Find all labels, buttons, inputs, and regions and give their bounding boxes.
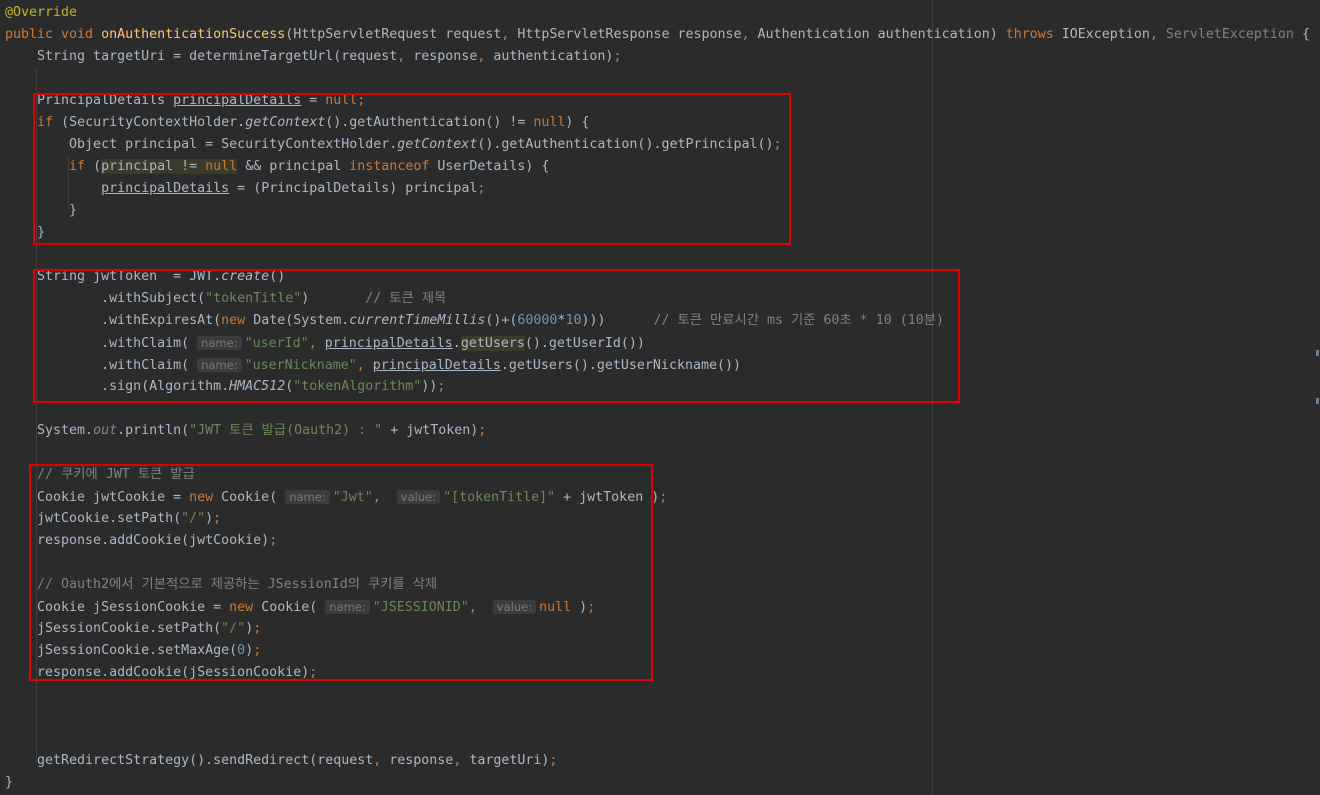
highlight-box-principal-details: [33, 93, 791, 245]
code-token: ServletException: [1165, 27, 1294, 42]
code-line[interactable]: @Override: [5, 2, 77, 24]
code-token: + jwtToken): [382, 423, 479, 438]
code-token: (HttpServletRequest request: [285, 27, 502, 42]
code-token: @Override: [5, 5, 78, 20]
code-token: authentication): [493, 49, 614, 64]
code-token: }: [5, 775, 14, 790]
code-editor[interactable]: @Override public void onAuthenticationSuc…: [0, 0, 1320, 795]
code-line[interactable]: String targetUri = determineTargetUrl(re…: [5, 46, 621, 68]
code-token: targetUri): [469, 753, 550, 768]
code-token: ,: [477, 49, 494, 64]
code-token: System.: [5, 423, 94, 438]
code-token: getRedirectStrategy().sendRedirect(reque…: [5, 753, 374, 768]
code-token: ;: [478, 423, 487, 438]
code-token: Authentication authentication): [757, 27, 1006, 42]
scrollbar-marker[interactable]: [1316, 350, 1319, 356]
code-token: ,: [373, 753, 390, 768]
code-token: public void: [5, 27, 102, 42]
scrollbar-marker[interactable]: [1316, 398, 1319, 404]
code-token: out: [93, 423, 118, 438]
code-token: ,: [1149, 27, 1166, 42]
code-token: response: [389, 753, 454, 768]
code-line[interactable]: }: [5, 772, 13, 794]
highlight-box-jwt-creation: [33, 269, 960, 403]
code-token: ;: [613, 49, 622, 64]
code-line[interactable]: System.out.println("JWT 토큰 발급(Oauth2) : …: [5, 420, 486, 442]
code-token: "JWT 토큰 발급(Oauth2) : ": [189, 423, 383, 438]
code-token: HttpServletResponse response: [517, 27, 742, 42]
highlight-box-cookie-handling: [29, 464, 653, 681]
code-token: ;: [549, 753, 558, 768]
code-token: throws: [1005, 27, 1062, 42]
code-token: IOException: [1061, 27, 1150, 42]
code-token: String targetUri = determineTargetUrl(re…: [5, 49, 398, 64]
code-token: ,: [453, 753, 470, 768]
code-token: ,: [501, 27, 518, 42]
code-token: response: [413, 49, 478, 64]
code-token: ,: [397, 49, 414, 64]
code-line[interactable]: getRedirectStrategy().sendRedirect(reque…: [5, 750, 557, 772]
code-token: {: [1293, 27, 1310, 42]
code-token: .println(: [117, 423, 190, 438]
code-token: ,: [741, 27, 758, 42]
code-line[interactable]: public void onAuthenticationSuccess(Http…: [5, 24, 1310, 46]
code-token: ;: [659, 490, 668, 505]
code-token: onAuthenticationSuccess: [101, 27, 286, 42]
